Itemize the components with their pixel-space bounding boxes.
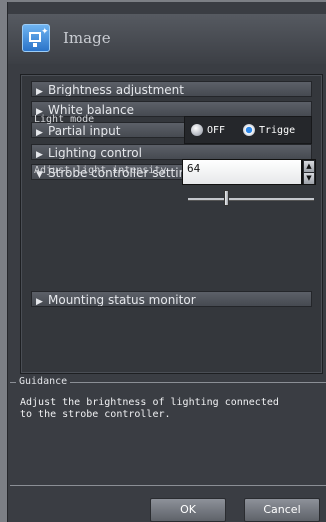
guidance-title: Guidance: [16, 376, 71, 387]
radio-selected-icon: [243, 124, 255, 136]
light-mode-trigger-radio[interactable]: Trigge: [243, 122, 295, 138]
guidance-box: Guidance Adjust the brightness of lighti…: [10, 376, 326, 486]
monitor-stand: [33, 43, 37, 47]
light-intensity-slider-thumb[interactable]: [224, 190, 229, 206]
image-settings-window: ✦ Image ▶ Brightness adjustment ▶ White ba…: [7, 2, 326, 522]
radio-unselected-icon: [191, 124, 203, 136]
image-settings-icon: ✦: [22, 24, 50, 52]
light-mode-radio-group: OFF Trigge: [184, 116, 312, 144]
window-title: Image: [63, 29, 111, 47]
guidance-line: to the strobe controller.: [20, 409, 171, 420]
monitor-shape: [29, 32, 41, 42]
sparkle-glyph: ✦: [41, 27, 49, 37]
section-label: Partial input: [48, 124, 121, 138]
expand-arrow-icon: ▶: [36, 297, 43, 307]
section-label: Lighting control: [48, 146, 142, 160]
radio-label: Trigge: [259, 124, 296, 136]
section-label: Brightness adjustment: [48, 83, 184, 97]
light-mode-label: Light mode: [34, 114, 95, 125]
spin-down-icon[interactable]: ▼: [304, 173, 314, 184]
expand-arrow-icon: ▶: [36, 150, 43, 160]
title-bar: ✦ Image: [8, 14, 326, 64]
section-mounting-status-monitor[interactable]: ▶ Mounting status monitor: [31, 291, 312, 307]
light-mode-off-radio[interactable]: OFF: [191, 122, 225, 138]
spin-up-icon[interactable]: ▲: [304, 161, 314, 172]
ok-button[interactable]: OK: [150, 498, 226, 522]
light-intensity-input[interactable]: 64: [182, 159, 302, 185]
radio-label: OFF: [207, 124, 226, 136]
light-intensity-slider-track[interactable]: [188, 198, 314, 201]
section-brightness-adjustment[interactable]: ▶ Brightness adjustment: [31, 81, 312, 97]
light-intensity-stepper: ▲ ▼: [302, 159, 316, 185]
guidance-text: Adjust the brightness of lighting connec…: [20, 397, 310, 421]
light-intensity-label: Adjust light intensity: [34, 165, 167, 176]
section-lighting-control[interactable]: ▶ Lighting control: [31, 144, 312, 160]
section-label: Mounting status monitor: [48, 293, 196, 307]
cancel-button[interactable]: Cancel: [244, 498, 320, 522]
expand-arrow-icon: ▶: [36, 87, 43, 97]
guidance-line: Adjust the brightness of lighting connec…: [20, 397, 279, 408]
expand-arrow-icon: ▶: [36, 128, 43, 138]
